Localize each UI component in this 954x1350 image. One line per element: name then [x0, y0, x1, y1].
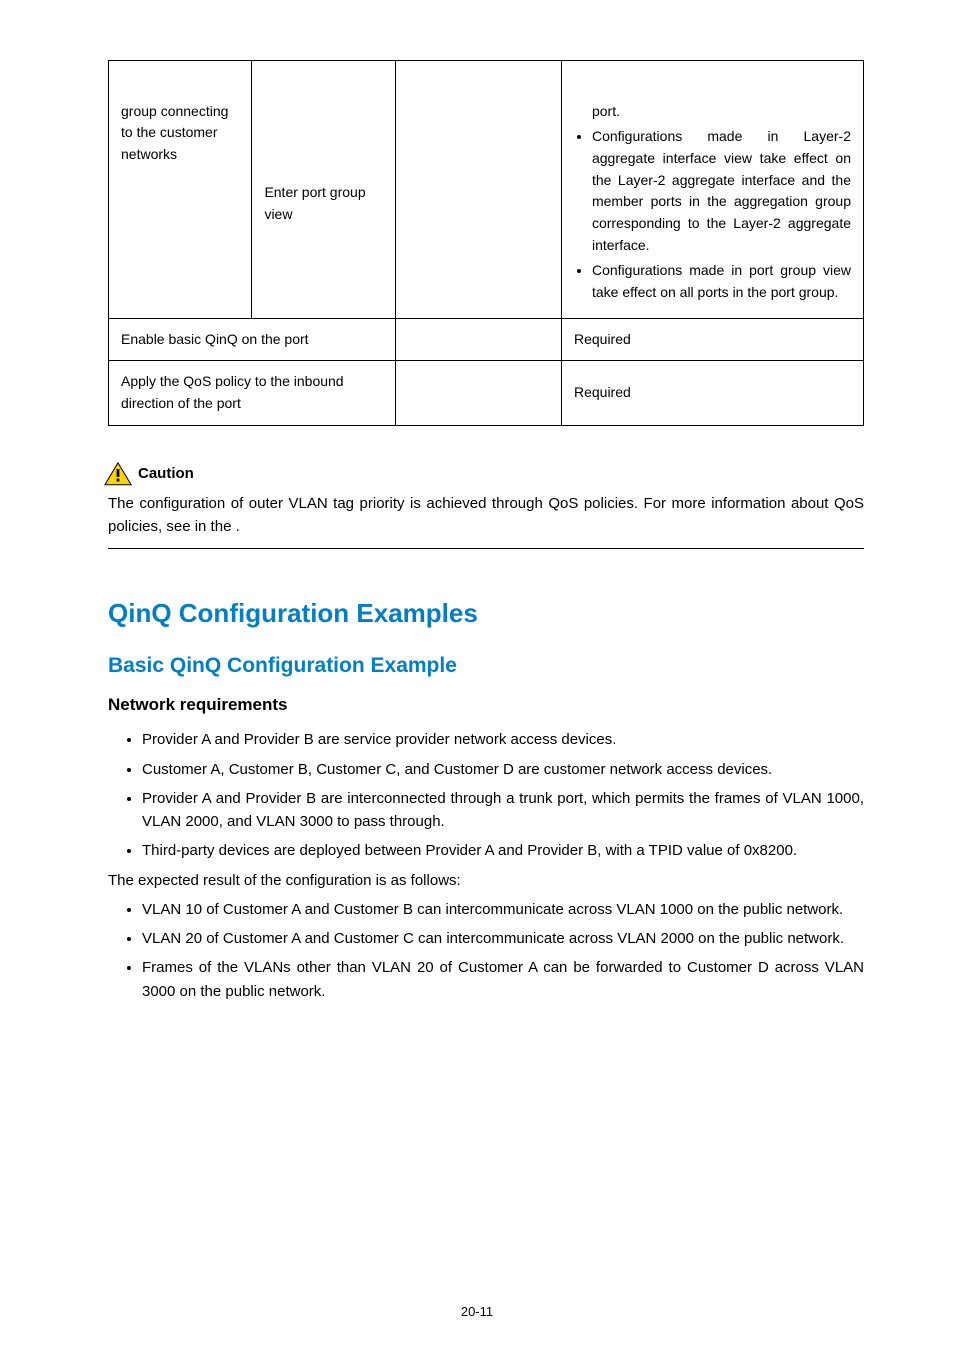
- list-item: Customer A, Customer B, Customer C, and …: [142, 758, 864, 781]
- cell-remark: Required: [561, 318, 863, 361]
- list-item: Provider A and Provider B are service pr…: [142, 728, 864, 751]
- cell-remark-item: Configurations made in Layer-2 aggregate…: [592, 126, 851, 256]
- heading-h2: Basic QinQ Configuration Example: [108, 650, 864, 683]
- page-number: 20-11: [0, 1302, 954, 1322]
- table-row: Apply the QoS policy to the inbound dire…: [109, 361, 864, 425]
- list-item: Frames of the VLANs other than VLAN 20 o…: [142, 956, 864, 1003]
- cell-cmd: [395, 91, 561, 319]
- caution-text-c: .: [236, 518, 240, 535]
- cell-cmd: [395, 361, 561, 425]
- caution-header: Caution: [104, 462, 864, 486]
- cell-remark: port. Configurations made in Layer-2 agg…: [561, 91, 863, 319]
- cell-view: Enter port group view: [252, 91, 395, 319]
- caution-text: The configuration of outer VLAN tag prio…: [108, 492, 864, 539]
- cell-remark-item: Configurations made in port group view t…: [592, 260, 851, 303]
- heading-h1: QinQ Configuration Examples: [108, 593, 864, 633]
- cell-cmd: [395, 318, 561, 361]
- caution-divider: [108, 548, 864, 549]
- table-row: Enable basic QinQ on the port Required: [109, 318, 864, 361]
- cell-desc: group connecting to the customer network…: [109, 91, 252, 319]
- cell-desc-span: Enable basic QinQ on the port: [109, 318, 396, 361]
- list-item: Third-party devices are deployed between…: [142, 839, 864, 862]
- caution-text-b: in the: [195, 518, 236, 535]
- list-item: VLAN 20 of Customer A and Customer C can…: [142, 927, 864, 950]
- config-table: group connecting to the customer network…: [108, 60, 864, 426]
- caution-label: Caution: [138, 462, 194, 485]
- heading-h3: Network requirements: [108, 692, 864, 718]
- list-item: VLAN 10 of Customer A and Customer B can…: [142, 898, 864, 921]
- requirements-list: Provider A and Provider B are service pr…: [108, 728, 864, 862]
- cell-remark-pre: port.: [574, 101, 851, 123]
- table-row: group connecting to the customer network…: [109, 91, 864, 319]
- expected-result-list: VLAN 10 of Customer A and Customer B can…: [108, 898, 864, 1003]
- list-item: Provider A and Provider B are interconne…: [142, 787, 864, 834]
- expected-result-intro: The expected result of the configuration…: [108, 869, 864, 892]
- table-header-empty: [109, 61, 864, 91]
- cell-desc-span: Apply the QoS policy to the inbound dire…: [109, 361, 396, 425]
- caution-icon: [104, 462, 132, 486]
- cell-remark: Required: [561, 361, 863, 425]
